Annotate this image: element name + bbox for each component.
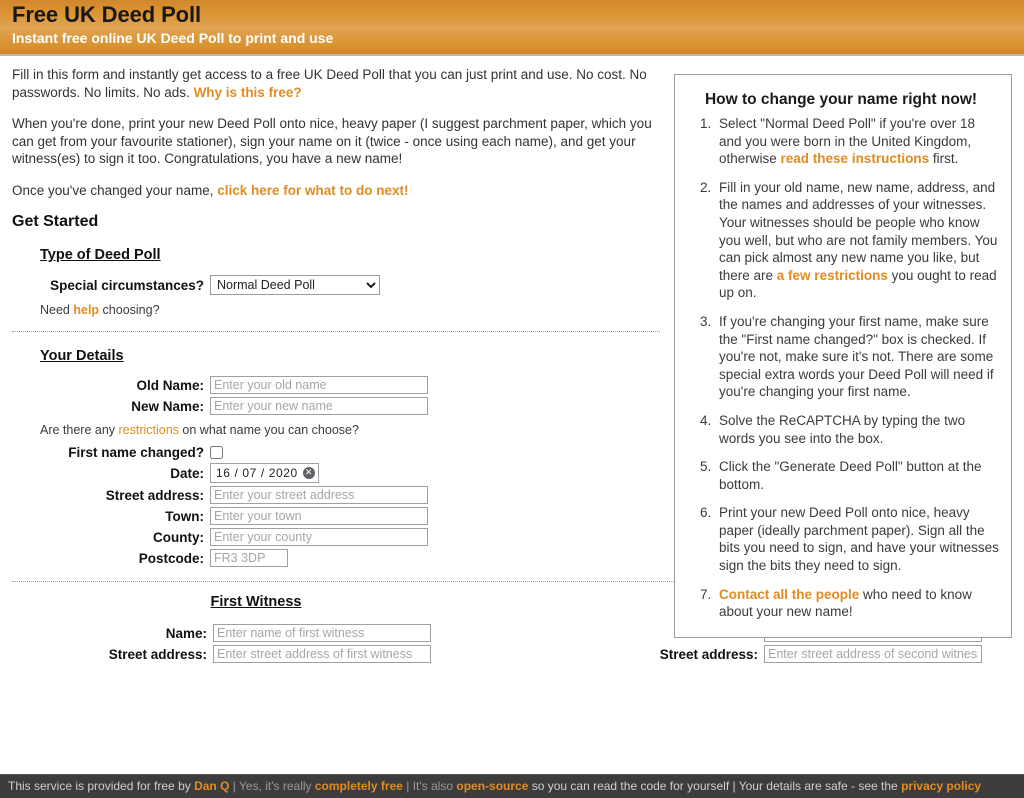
help-link[interactable]: help [73,303,99,317]
clear-icon[interactable]: ✕ [303,467,315,479]
date-value: 16 / 07 / 2020 [216,466,298,480]
restrictions-prefix-text: Are there any [40,423,119,437]
first-witness-block: First Witness Name: Street address: [0,594,512,666]
list-item: Fill in your old name, new name, address… [715,179,1001,302]
intro-paragraph-3: Once you've changed your name, click her… [12,182,660,200]
why-is-this-free-link[interactable]: Why is this free? [194,85,302,100]
separator-1 [12,331,660,332]
completely-free-link[interactable]: completely free [315,779,403,793]
list-item: Print your new Deed Poll onto nice, heav… [715,504,1001,574]
intro-p1-text: Fill in this form and instantly get acce… [12,67,647,100]
help-suffix-text: choosing? [99,303,159,317]
list-item: Contact all the people who need to know … [715,586,1001,621]
step-text-a: If you're changing your first name, make… [719,314,994,399]
street-address-input[interactable] [210,486,428,504]
county-input[interactable] [210,528,428,546]
postcode-input[interactable] [210,549,288,567]
site-footer: This service is provided for free by Dan… [0,774,1024,798]
new-name-input[interactable] [210,397,428,415]
list-item: Solve the ReCAPTCHA by typing the two wo… [715,412,1001,447]
read-these-instructions-link[interactable]: read these instructions [781,151,930,166]
county-label: County: [28,530,210,545]
step-text-a: Click the "Generate Deed Poll" button at… [719,459,982,492]
date-label: Date: [28,466,210,481]
town-label: Town: [28,509,210,524]
restrictions-link[interactable]: restrictions [119,423,179,437]
intro-paragraph-2: When you're done, print your new Deed Po… [12,115,660,168]
first-witness-street-row: Street address: [0,645,512,663]
dan-q-link[interactable]: Dan Q [194,779,229,793]
page-root: Free UK Deed Poll Instant free online UK… [0,0,1024,798]
date-input[interactable]: 16 / 07 / 2020 ✕ [210,463,319,483]
first-name-changed-checkbox[interactable] [210,446,223,459]
footer-text-2: | Yes, it's really [229,779,314,793]
first-witness-heading: First Witness [0,594,512,610]
your-details-heading: Your Details [40,348,124,364]
a-few-restrictions-link[interactable]: a few restrictions [777,268,888,283]
first-name-changed-label: First name changed? [28,445,210,460]
first-witness-name-row: Name: [0,624,512,642]
restrictions-suffix-text: on what name you can choose? [179,423,359,437]
first-witness-name-label: Name: [0,626,213,641]
page-title: Free UK Deed Poll [12,1,1012,28]
type-of-deed-poll-heading: Type of Deed Poll [40,247,161,263]
how-to-sidebar: How to change your name right now! Selec… [674,74,1012,638]
open-source-link[interactable]: open-source [456,779,528,793]
first-witness-street-label: Street address: [0,647,213,662]
step-text-a: Print your new Deed Poll onto nice, heav… [719,505,999,573]
old-name-label: Old Name: [28,378,210,393]
footer-text-4: so you can read the code for yourself | … [528,779,901,793]
new-name-label: New Name: [28,399,210,414]
page-subtitle: Instant free online UK Deed Poll to prin… [12,28,1012,48]
special-circumstances-label: Special circumstances? [28,278,210,293]
old-name-input[interactable] [210,376,428,394]
intro-text: Fill in this form and instantly get acce… [12,56,660,199]
contact-all-the-people-link[interactable]: Contact all the people [719,587,859,602]
intro-p3-text: Once you've changed your name, [12,183,217,198]
footer-text-1: This service is provided for free by [8,779,194,793]
list-item: If you're changing your first name, make… [715,313,1001,401]
second-witness-street-input[interactable] [764,645,982,663]
second-witness-street-label: Street address: [512,647,764,662]
first-witness-street-input[interactable] [213,645,431,663]
second-witness-street-row: Street address: [512,645,1024,663]
postcode-label: Postcode: [28,551,210,566]
step-text-a: Solve the ReCAPTCHA by typing the two wo… [719,413,965,446]
site-masthead: Free UK Deed Poll Instant free online UK… [0,0,1024,56]
help-prefix-text: Need [40,303,73,317]
list-item: Click the "Generate Deed Poll" button at… [715,458,1001,493]
town-input[interactable] [210,507,428,525]
privacy-policy-link[interactable]: privacy policy [901,779,981,793]
special-circumstances-select[interactable]: Normal Deed Poll [210,275,380,295]
first-witness-name-input[interactable] [213,624,431,642]
how-to-sidebar-heading: How to change your name right now! [681,91,1001,109]
list-item: Select "Normal Deed Poll" if you're over… [715,115,1001,168]
step-text-b: first. [929,151,958,166]
street-address-label: Street address: [28,488,210,503]
what-to-do-next-link[interactable]: click here for what to do next! [217,183,408,198]
intro-paragraph-1: Fill in this form and instantly get acce… [12,66,660,101]
footer-text-3: | It's also [403,779,456,793]
how-to-steps-list: Select "Normal Deed Poll" if you're over… [681,115,1001,621]
